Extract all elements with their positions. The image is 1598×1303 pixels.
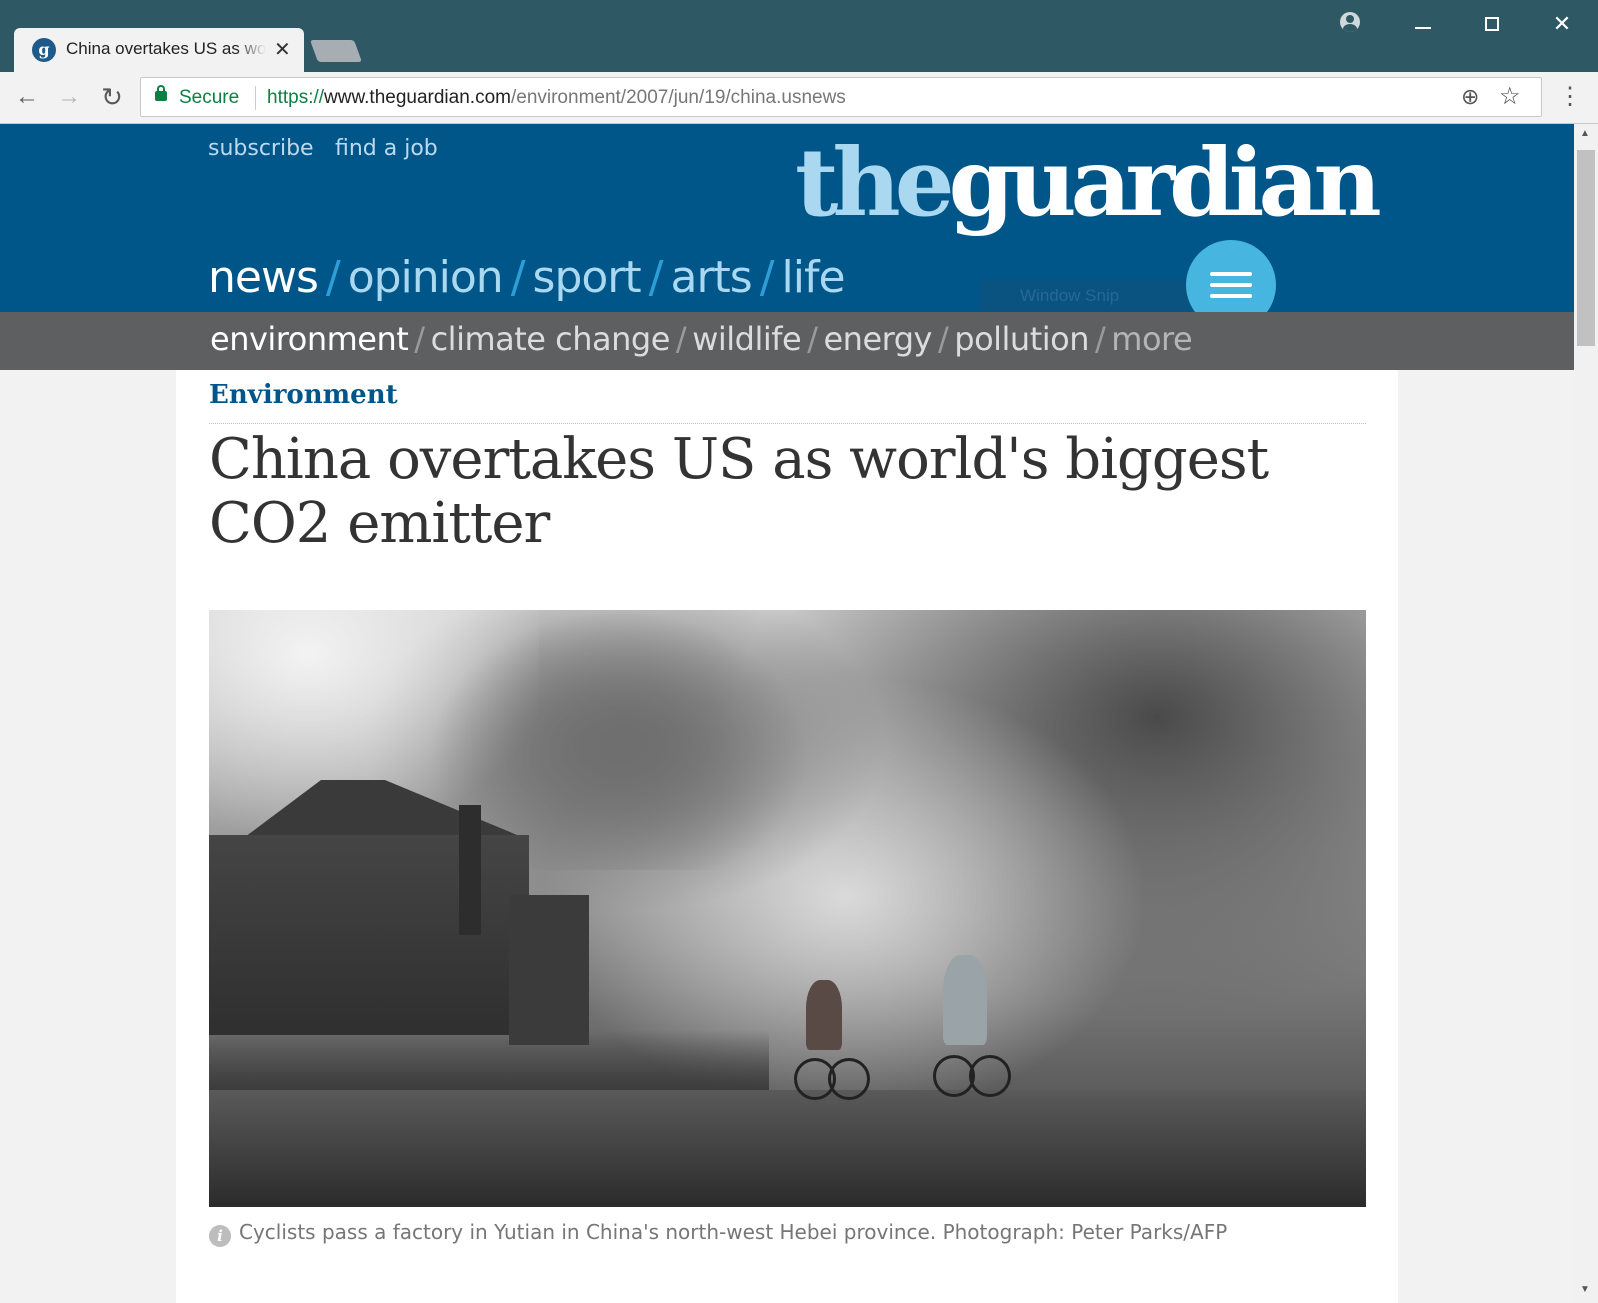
pillar-sport[interactable]: sport xyxy=(533,252,642,303)
pillar-news[interactable]: news xyxy=(208,252,319,303)
caption-text: Cyclists pass a factory in Yutian in Chi… xyxy=(239,1220,1228,1244)
subnav-climate-change[interactable]: climate change xyxy=(431,320,671,358)
arrow-right-icon: → xyxy=(57,83,81,110)
subnav-separator: / xyxy=(807,320,818,358)
minimize-button[interactable] xyxy=(1393,6,1453,42)
guardian-logo[interactable]: theguardian xyxy=(795,128,1382,238)
subnav-wildlife[interactable]: wildlife xyxy=(692,320,802,358)
window-snip-overlay: Window Snip xyxy=(980,280,1200,312)
window-close-button[interactable]: ✕ xyxy=(1532,6,1592,42)
tab-title: China overtakes US as world's biggest CO… xyxy=(66,39,266,58)
guardian-favicon-icon: g xyxy=(32,38,56,62)
section-subnav: environment / climate change / wildlife / ener… xyxy=(0,312,1574,370)
url-host: www.theguardian.com xyxy=(324,87,511,108)
article-container: Environment China overtakes US as world'… xyxy=(176,370,1398,1303)
pillar-separator: / xyxy=(325,252,341,303)
page-scrollbar[interactable]: ▲ ▼ xyxy=(1574,124,1598,1303)
page-viewport: subscribe find a job theguardian news / op… xyxy=(0,124,1574,1303)
maximize-button[interactable] xyxy=(1462,6,1522,42)
browser-toolbar: ← → ↻ Secure https://www.theguardian.com… xyxy=(0,72,1598,124)
photo-cyclist xyxy=(794,980,870,1100)
logo-guardian: guardian xyxy=(948,128,1382,238)
section-label[interactable]: Environment xyxy=(209,380,398,410)
pillar-separator: / xyxy=(510,252,526,303)
forward-button[interactable]: → xyxy=(52,80,86,114)
hamburger-icon xyxy=(1210,272,1252,276)
back-button[interactable]: ← xyxy=(10,80,44,114)
url-scheme: https:// xyxy=(267,87,325,108)
reload-icon: ↻ xyxy=(101,82,123,112)
subnav-more[interactable]: more xyxy=(1111,320,1192,358)
address-bar[interactable]: Secure https://www.theguardian.com/envir… xyxy=(140,77,1542,117)
photo-caption: i Cyclists pass a factory in Yutian in Ch… xyxy=(209,1220,1227,1247)
article-headline: China overtakes US as world's biggest CO… xyxy=(209,427,1269,556)
pillar-opinion[interactable]: opinion xyxy=(348,252,504,303)
info-icon[interactable]: i xyxy=(209,1225,231,1247)
subnav-list: environment / climate change / wildlife / ener… xyxy=(210,320,1193,358)
photo-rider xyxy=(943,955,987,1045)
tab-close-icon[interactable]: ✕ xyxy=(274,37,291,62)
secure-label[interactable]: Secure xyxy=(179,87,239,109)
photo-rider xyxy=(806,980,842,1050)
hamburger-icon xyxy=(1210,283,1252,287)
subnav-pollution[interactable]: pollution xyxy=(954,320,1089,358)
window-titlebar: g China overtakes US as world's biggest … xyxy=(0,0,1598,72)
subnav-separator: / xyxy=(937,320,949,358)
find-a-job-link[interactable]: find a job xyxy=(335,136,438,161)
subscribe-link[interactable]: subscribe xyxy=(208,136,314,161)
photo-road xyxy=(209,1090,1366,1207)
pillar-nav: news / opinion / sport / arts / life xyxy=(208,252,846,303)
scroll-up-arrow-icon[interactable]: ▲ xyxy=(1580,128,1590,139)
maximize-icon xyxy=(1485,17,1499,31)
photo-factory-wing xyxy=(509,895,589,1045)
zoom-icon[interactable]: ⊕ xyxy=(1461,84,1479,110)
lock-icon[interactable] xyxy=(155,85,167,101)
arrow-left-icon: ← xyxy=(15,83,39,110)
browser-tab-active[interactable]: g China overtakes US as world's biggest … xyxy=(14,28,304,72)
bookmark-star-icon[interactable]: ☆ xyxy=(1499,82,1521,111)
scroll-down-arrow-icon[interactable]: ▼ xyxy=(1580,1284,1590,1295)
hamburger-icon xyxy=(1210,294,1252,298)
subnav-separator: / xyxy=(1095,320,1106,358)
logo-the: the xyxy=(795,128,955,238)
pillar-separator: / xyxy=(648,252,664,303)
url-path: /environment/2007/jun/19/china.usnews xyxy=(510,87,846,108)
browser-menu-icon[interactable]: ⋮ xyxy=(1558,82,1582,112)
profile-icon[interactable] xyxy=(1340,12,1360,32)
url-text[interactable]: https://www.theguardian.com/environment/… xyxy=(267,87,846,109)
photo-bike-wheel xyxy=(969,1055,1011,1097)
omnibox-divider xyxy=(255,86,256,110)
divider xyxy=(209,423,1366,424)
article-photo xyxy=(209,610,1366,1207)
reload-button[interactable]: ↻ xyxy=(95,80,129,114)
pillar-life[interactable]: life xyxy=(782,252,846,303)
subnav-separator: / xyxy=(414,320,425,358)
new-tab-button[interactable] xyxy=(309,40,363,62)
photo-trees xyxy=(209,1030,769,1090)
close-icon: ✕ xyxy=(1552,11,1572,36)
photo-chimney xyxy=(459,805,481,935)
subnav-energy[interactable]: energy xyxy=(823,320,932,358)
pillar-separator: / xyxy=(759,252,775,303)
subnav-separator: / xyxy=(675,320,687,358)
scrollbar-thumb[interactable] xyxy=(1577,150,1595,346)
minimize-icon xyxy=(1415,27,1431,29)
photo-factory xyxy=(209,835,529,1035)
photo-cyclist xyxy=(929,955,1011,1105)
subnav-environment[interactable]: environment xyxy=(210,320,409,358)
pillar-arts[interactable]: arts xyxy=(670,252,752,303)
site-header: subscribe find a job theguardian news / op… xyxy=(0,124,1574,330)
photo-bike-wheel xyxy=(828,1058,870,1100)
